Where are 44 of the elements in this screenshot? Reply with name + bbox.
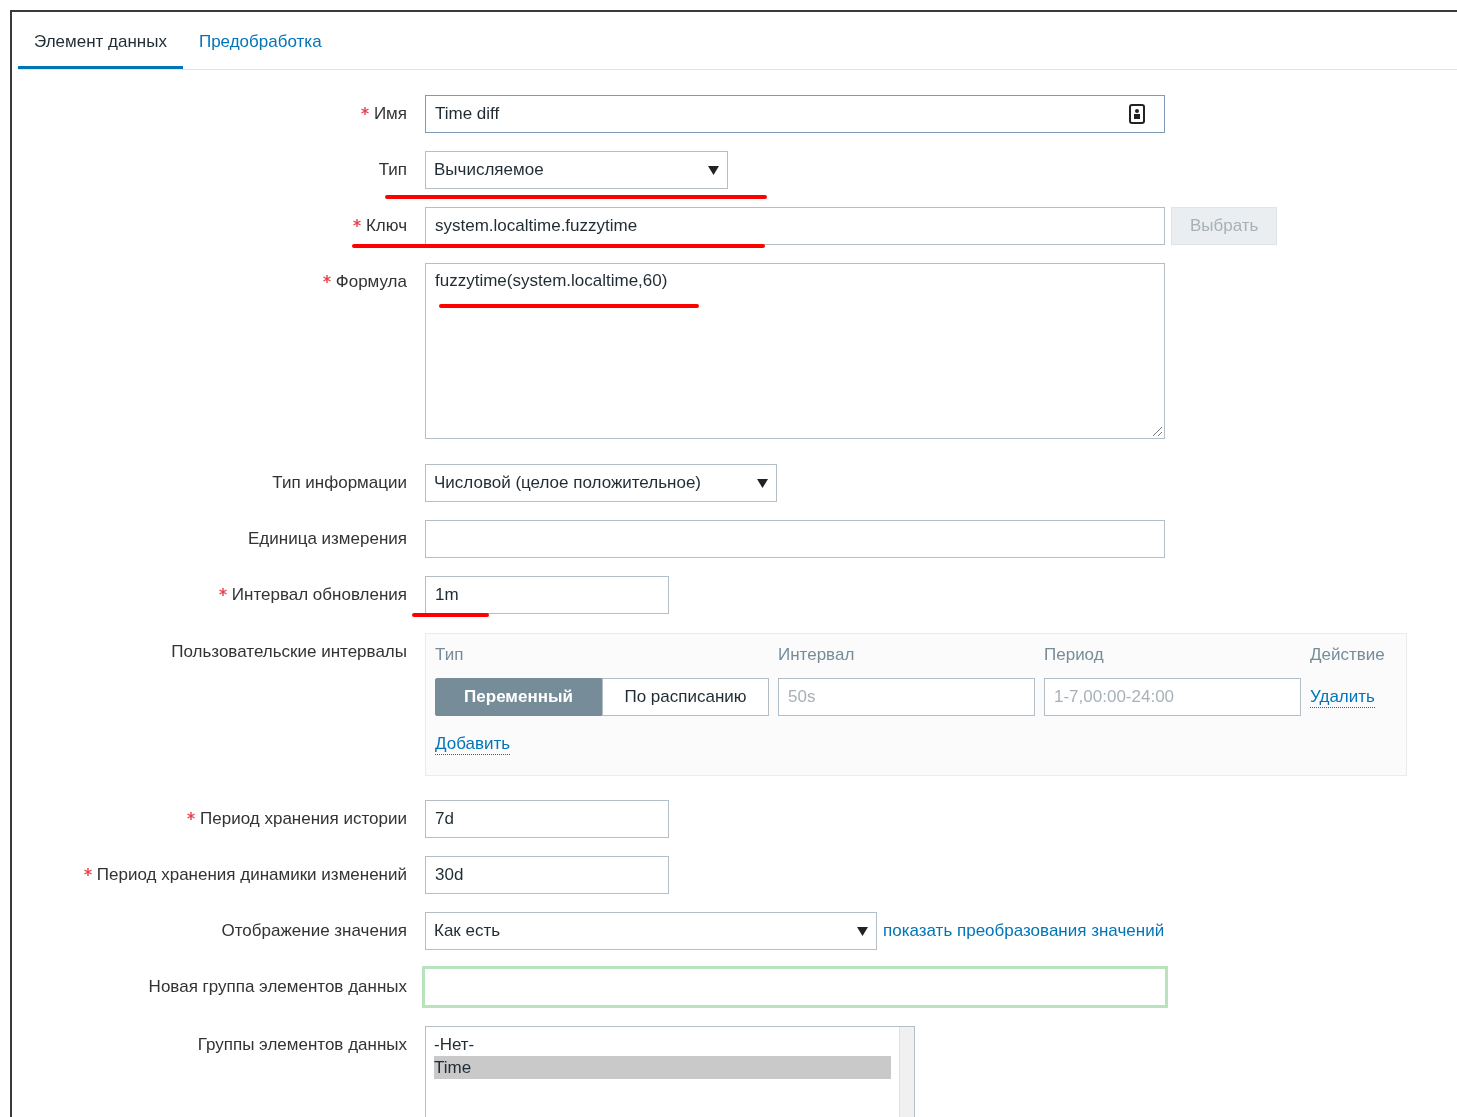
field-label: Новая группа элементов данных <box>148 976 407 999</box>
column-header: Интервал <box>778 644 856 666</box>
text-field[interactable]: 30d <box>425 856 669 894</box>
select-field[interactable]: Как есть <box>425 912 877 950</box>
tab[interactable]: Элемент данных <box>18 28 183 69</box>
interval-field[interactable]: 50s <box>778 678 1035 716</box>
field-label: Пользовательские интервалы <box>171 641 407 664</box>
text-field[interactable] <box>422 966 1168 1008</box>
resize-handle-icon[interactable] <box>1152 426 1163 437</box>
column-header: Тип <box>435 644 465 666</box>
text-field[interactable]: system.localtime.fuzzytime <box>425 207 1165 245</box>
field-label: Единица измерения <box>248 528 407 551</box>
select-field[interactable]: Числовой (целое положительное) <box>425 464 777 502</box>
text-field[interactable] <box>425 520 1165 558</box>
link[interactable]: показать преобразования значений <box>883 918 1165 944</box>
field-label: Группы элементов данных <box>197 1034 407 1057</box>
formula-field[interactable]: fuzzytime(system.localtime,60) <box>425 263 1165 439</box>
field-label: Период хранения истории <box>200 808 407 831</box>
group-listbox[interactable]: -Нет- Time <box>425 1026 915 1117</box>
contact-card-icon[interactable] <box>1129 104 1145 124</box>
caret-icon <box>857 926 868 936</box>
field-label: Имя <box>373 103 407 126</box>
list-option[interactable]: -Нет- <box>434 1033 891 1056</box>
caret-icon <box>708 165 719 175</box>
column-header: Период <box>1044 644 1105 666</box>
mode-toggle[interactable]: По расписанию <box>602 678 769 716</box>
field-label: Тип <box>378 159 407 182</box>
list-option[interactable]: Time <box>434 1056 891 1079</box>
field-label: Период хранения динамики изменений <box>96 864 407 887</box>
field-label: Тип информации <box>272 472 407 495</box>
period-field[interactable]: 1-7,00:00-24:00 <box>1044 678 1301 716</box>
select-field[interactable]: Вычисляемое <box>425 151 728 189</box>
tab[interactable]: Предобработка <box>182 28 338 69</box>
field-label: Отображение значения <box>221 920 407 943</box>
field-label: Формула <box>335 271 407 294</box>
delete-link[interactable]: Удалить <box>1310 686 1375 708</box>
field-label: Интервал обновления <box>231 584 407 607</box>
column-header: Действие <box>1310 644 1386 666</box>
text-field[interactable]: Time diff <box>425 95 1165 133</box>
text-field[interactable]: 1m <box>425 576 669 614</box>
text-field[interactable]: 7d <box>425 800 669 838</box>
field-label: Ключ <box>365 215 407 238</box>
add-link[interactable]: Добавить <box>435 734 511 755</box>
caret-icon <box>757 478 768 488</box>
